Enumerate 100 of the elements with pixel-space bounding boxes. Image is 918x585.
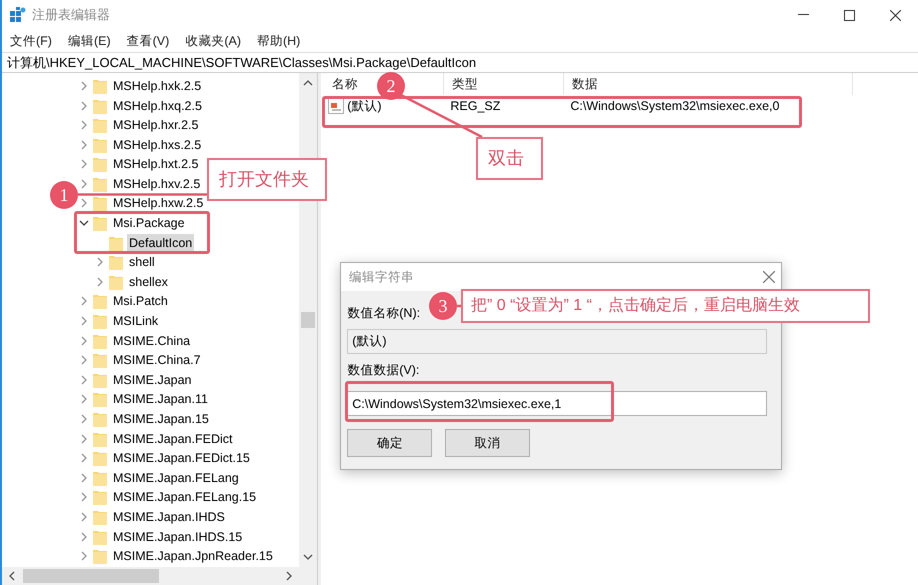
folder-icon [93, 136, 107, 153]
scroll-right-icon[interactable] [286, 571, 293, 581]
close-icon [890, 10, 900, 20]
tree-item[interactable]: shellex [127, 272, 170, 291]
menu-item[interactable]: 帮助(H) [248, 32, 308, 50]
cancel-button[interactable]: 取消 [444, 429, 530, 457]
folder-icon [93, 470, 107, 486]
tree-item[interactable]: MSIME.China [111, 332, 192, 350]
folder-icon [93, 98, 107, 114]
folder-icon [93, 313, 107, 330]
column-header[interactable]: 数据 [564, 73, 854, 95]
close-icon[interactable] [762, 271, 775, 283]
expand-chevron-icon[interactable] [79, 100, 89, 111]
value-name-field[interactable]: (默认) [347, 329, 768, 354]
folder-icon [109, 234, 123, 251]
folder-icon [93, 156, 107, 172]
menu-item[interactable]: 收藏夹(A) [177, 32, 249, 50]
dialog-title: 编辑字符串 [349, 268, 414, 286]
tree-item[interactable]: MSHelp.hxt.2.5 [111, 155, 200, 174]
expand-chevron-icon[interactable] [79, 472, 89, 483]
folder-icon [109, 274, 123, 290]
folder-icon [93, 548, 107, 564]
tree-item[interactable]: DefaultIcon [127, 234, 194, 252]
tree-item[interactable]: MSIME.Japan.FELang [111, 468, 241, 487]
expand-chevron-icon[interactable] [79, 355, 89, 366]
field-label: 数值名称(N): [347, 305, 420, 321]
expand-chevron-icon[interactable] [95, 276, 105, 287]
expand-chevron-icon[interactable] [79, 512, 89, 522]
field-label: 数值数据(V): [347, 362, 420, 378]
collapse-chevron-icon[interactable] [79, 218, 89, 228]
expand-chevron-icon[interactable] [79, 198, 89, 208]
expand-chevron-icon[interactable] [79, 80, 89, 91]
folder-icon [93, 293, 107, 310]
folder-icon [93, 195, 107, 212]
folder-icon [93, 391, 107, 408]
folder-icon [93, 352, 107, 368]
tree-item[interactable]: MSHelp.hxq.2.5 [111, 96, 204, 115]
folder-icon [93, 215, 107, 232]
expand-chevron-icon[interactable] [79, 178, 89, 189]
tree-item[interactable]: MSIME.Japan.JpnReader.15 [111, 547, 275, 566]
expand-chevron-icon[interactable] [79, 374, 89, 385]
tree-item[interactable]: Msi.Package [111, 214, 187, 232]
folder-icon [93, 372, 107, 388]
tree-item[interactable]: MSHelp.hxw.2.5 [111, 194, 206, 212]
expand-chevron-icon[interactable] [79, 492, 89, 502]
expand-chevron-icon[interactable] [79, 296, 89, 306]
folder-icon [93, 78, 107, 94]
folder-icon [93, 430, 107, 447]
tree-item[interactable]: shell [127, 253, 157, 272]
scrollbar-thumb[interactable] [23, 569, 159, 583]
callout-note: 把” 0 “设置为” 1 “，点击确定后，重启电脑生效 [461, 289, 870, 323]
folder-icon [109, 254, 123, 270]
folder-icon [93, 117, 107, 134]
tree-item[interactable]: MSIME.Japan.15 [111, 410, 211, 428]
tree-item[interactable]: MSIME.Japan [111, 370, 194, 389]
tree-item[interactable]: MSIME.Japan.FELang.15 [111, 488, 258, 506]
folder-icon [93, 508, 107, 525]
leader-line [457, 304, 461, 308]
tree-item[interactable]: MSHelp.hxk.2.5 [111, 76, 204, 95]
expand-chevron-icon[interactable] [79, 532, 89, 542]
scroll-up-icon[interactable] [303, 79, 313, 86]
tree-item[interactable]: MSHelp.hxr.2.5 [111, 116, 200, 134]
folder-icon [93, 332, 107, 349]
expand-chevron-icon[interactable] [79, 336, 89, 346]
expand-chevron-icon[interactable] [79, 140, 89, 150]
address-bar[interactable]: 计算机\HKEY_LOCAL_MACHINE\SOFTWARE\Classes\Msi.Package\DefaultIcon [2, 52, 918, 73]
expand-chevron-icon[interactable] [79, 414, 89, 424]
ok-button[interactable]: 确定 [347, 429, 432, 457]
tree-item[interactable]: MSILink [111, 312, 160, 330]
menu-item[interactable]: 查看(V) [118, 32, 178, 50]
menu-item[interactable]: 文件(F) [2, 32, 60, 50]
registry-editor-icon [10, 7, 26, 23]
value-data: C:\Windows\System32\msiexec.exe,0 [569, 98, 780, 115]
expand-chevron-icon[interactable] [79, 316, 89, 326]
tree-item[interactable]: MSIME.Japan.FEDict [111, 430, 234, 448]
tree-item[interactable]: MSIME.Japan.11 [111, 390, 210, 408]
menu-item[interactable]: 编辑(E) [60, 32, 119, 50]
maximize-icon [844, 10, 854, 20]
tree-item[interactable]: MSIME.Japan.FEDict.15 [111, 449, 252, 468]
expand-chevron-icon[interactable] [79, 120, 89, 130]
scrollbar-thumb[interactable] [301, 312, 315, 328]
tree-item[interactable]: MSIME.Japan.IHDS [111, 508, 227, 526]
callout-note: 打开文件夹 [207, 158, 327, 201]
expand-chevron-icon[interactable] [79, 394, 89, 404]
scroll-down-icon[interactable] [303, 554, 313, 561]
tree-item[interactable]: MSIME.China.7 [111, 351, 203, 370]
tree-item[interactable]: Msi.Patch [111, 292, 170, 310]
expand-chevron-icon[interactable] [95, 257, 105, 268]
expand-chevron-icon[interactable] [79, 453, 89, 464]
tree-item[interactable]: MSHelp.hxs.2.5 [111, 136, 204, 154]
tree-item[interactable]: MSHelp.hxv.2.5 [111, 174, 202, 193]
value-data-field[interactable]: C:\Windows\System32\msiexec.exe,1 [347, 391, 768, 416]
expand-chevron-icon[interactable] [79, 434, 89, 444]
expand-chevron-icon[interactable] [79, 159, 89, 170]
expand-chevron-icon[interactable] [79, 551, 89, 562]
folder-icon [93, 411, 107, 428]
column-header[interactable]: 类型 [444, 73, 564, 95]
scroll-left-icon[interactable] [8, 571, 15, 581]
string-value-icon [328, 98, 344, 114]
tree-item[interactable]: MSIME.Japan.IHDS.15 [111, 528, 244, 546]
